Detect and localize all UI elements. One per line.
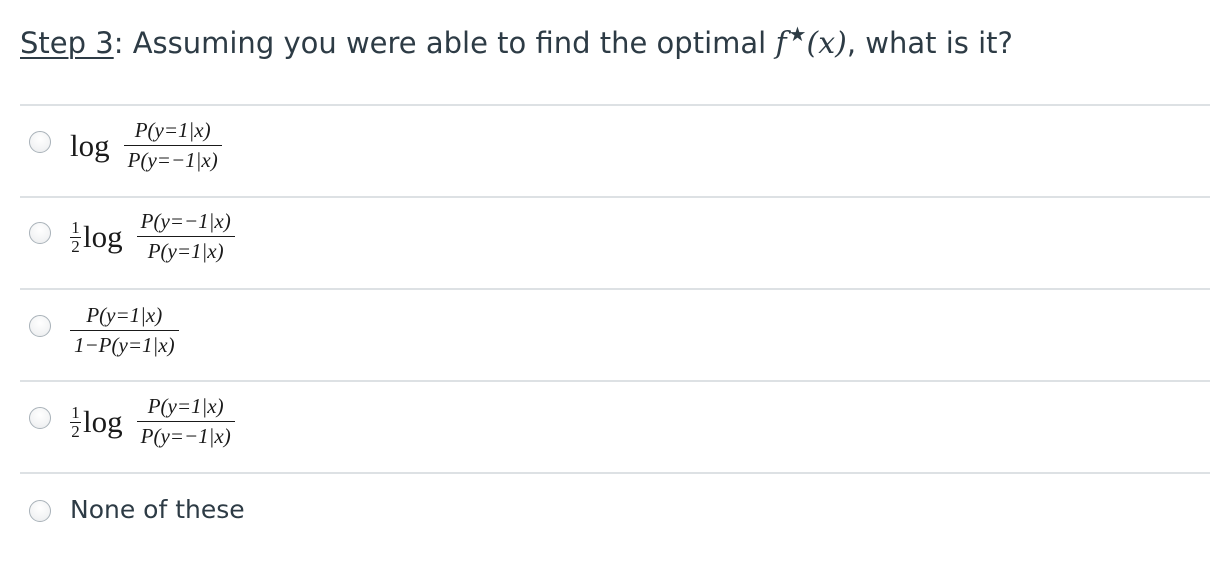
fraction-denominator: P(y=−1|x) (127, 148, 218, 172)
step-label: Step 3 (20, 26, 114, 60)
fraction-denominator: 1−P(y=1|x) (74, 333, 175, 357)
question-tail: , what is it? (846, 26, 1013, 60)
option-math: log P(y=1|x) P(y=−1|x) (70, 119, 222, 172)
fraction-bar (123, 145, 222, 146)
fraction-bar (70, 330, 179, 331)
half-numerator: 1 (71, 402, 80, 422)
radio-button[interactable] (29, 315, 51, 337)
fraction-numerator: P(y=1|x) (86, 303, 163, 327)
half-denominator: 2 (71, 421, 80, 441)
half-numerator: 1 (71, 217, 80, 237)
fraction-numerator: P(y=1|x) (134, 118, 211, 142)
log-text: log (83, 219, 123, 254)
fraction-bar (136, 236, 235, 237)
option-math: P(y=1|x) 1−P(y=1|x) (70, 304, 179, 357)
answer-option-4[interactable]: 1 2 log P(y=1|x) P(y=−1|x) (20, 382, 1210, 472)
radio-button[interactable] (29, 131, 51, 153)
math-star: ★ (788, 22, 807, 46)
one-half: 1 2 (70, 219, 81, 255)
question-math: f ★(x) (775, 22, 847, 61)
radio-button[interactable] (29, 407, 51, 429)
fraction-numerator: P(y=1|x) (147, 394, 224, 418)
question-text: Step 3: Assuming you were able to find t… (20, 14, 1013, 64)
radio-button[interactable] (29, 222, 51, 244)
fraction-denominator: P(y=1|x) (147, 239, 224, 263)
log-text: log (83, 404, 123, 439)
fraction: P(y=1|x) P(y=−1|x) (123, 118, 222, 172)
fraction-numerator: P(y=−1|x) (140, 209, 231, 233)
math-arg: (x) (806, 26, 847, 61)
fraction-denominator: P(y=−1|x) (140, 424, 231, 448)
half-denominator: 2 (71, 236, 80, 256)
answer-option-3[interactable]: P(y=1|x) 1−P(y=1|x) (20, 290, 1210, 380)
option-math: 1 2 log P(y=−1|x) P(y=1|x) (70, 210, 235, 263)
question-body: : Assuming you were able to find the opt… (113, 26, 776, 60)
one-half: 1 2 (70, 404, 81, 440)
fraction: P(y=1|x) 1−P(y=1|x) (70, 304, 179, 357)
fraction: P(y=1|x) P(y=−1|x) (136, 394, 235, 448)
fraction: P(y=−1|x) P(y=1|x) (136, 209, 235, 263)
log-text: log (70, 128, 110, 163)
answer-option-5[interactable]: None of these (20, 474, 1210, 564)
answer-option-2[interactable]: 1 2 log P(y=−1|x) P(y=1|x) (20, 198, 1210, 288)
radio-button[interactable] (29, 500, 51, 522)
math-f: f (775, 26, 787, 61)
option-label: None of these (70, 495, 245, 524)
fraction-bar (136, 421, 235, 422)
option-math: 1 2 log P(y=1|x) P(y=−1|x) (70, 395, 235, 448)
answer-option-1[interactable]: log P(y=1|x) P(y=−1|x) (20, 106, 1210, 196)
